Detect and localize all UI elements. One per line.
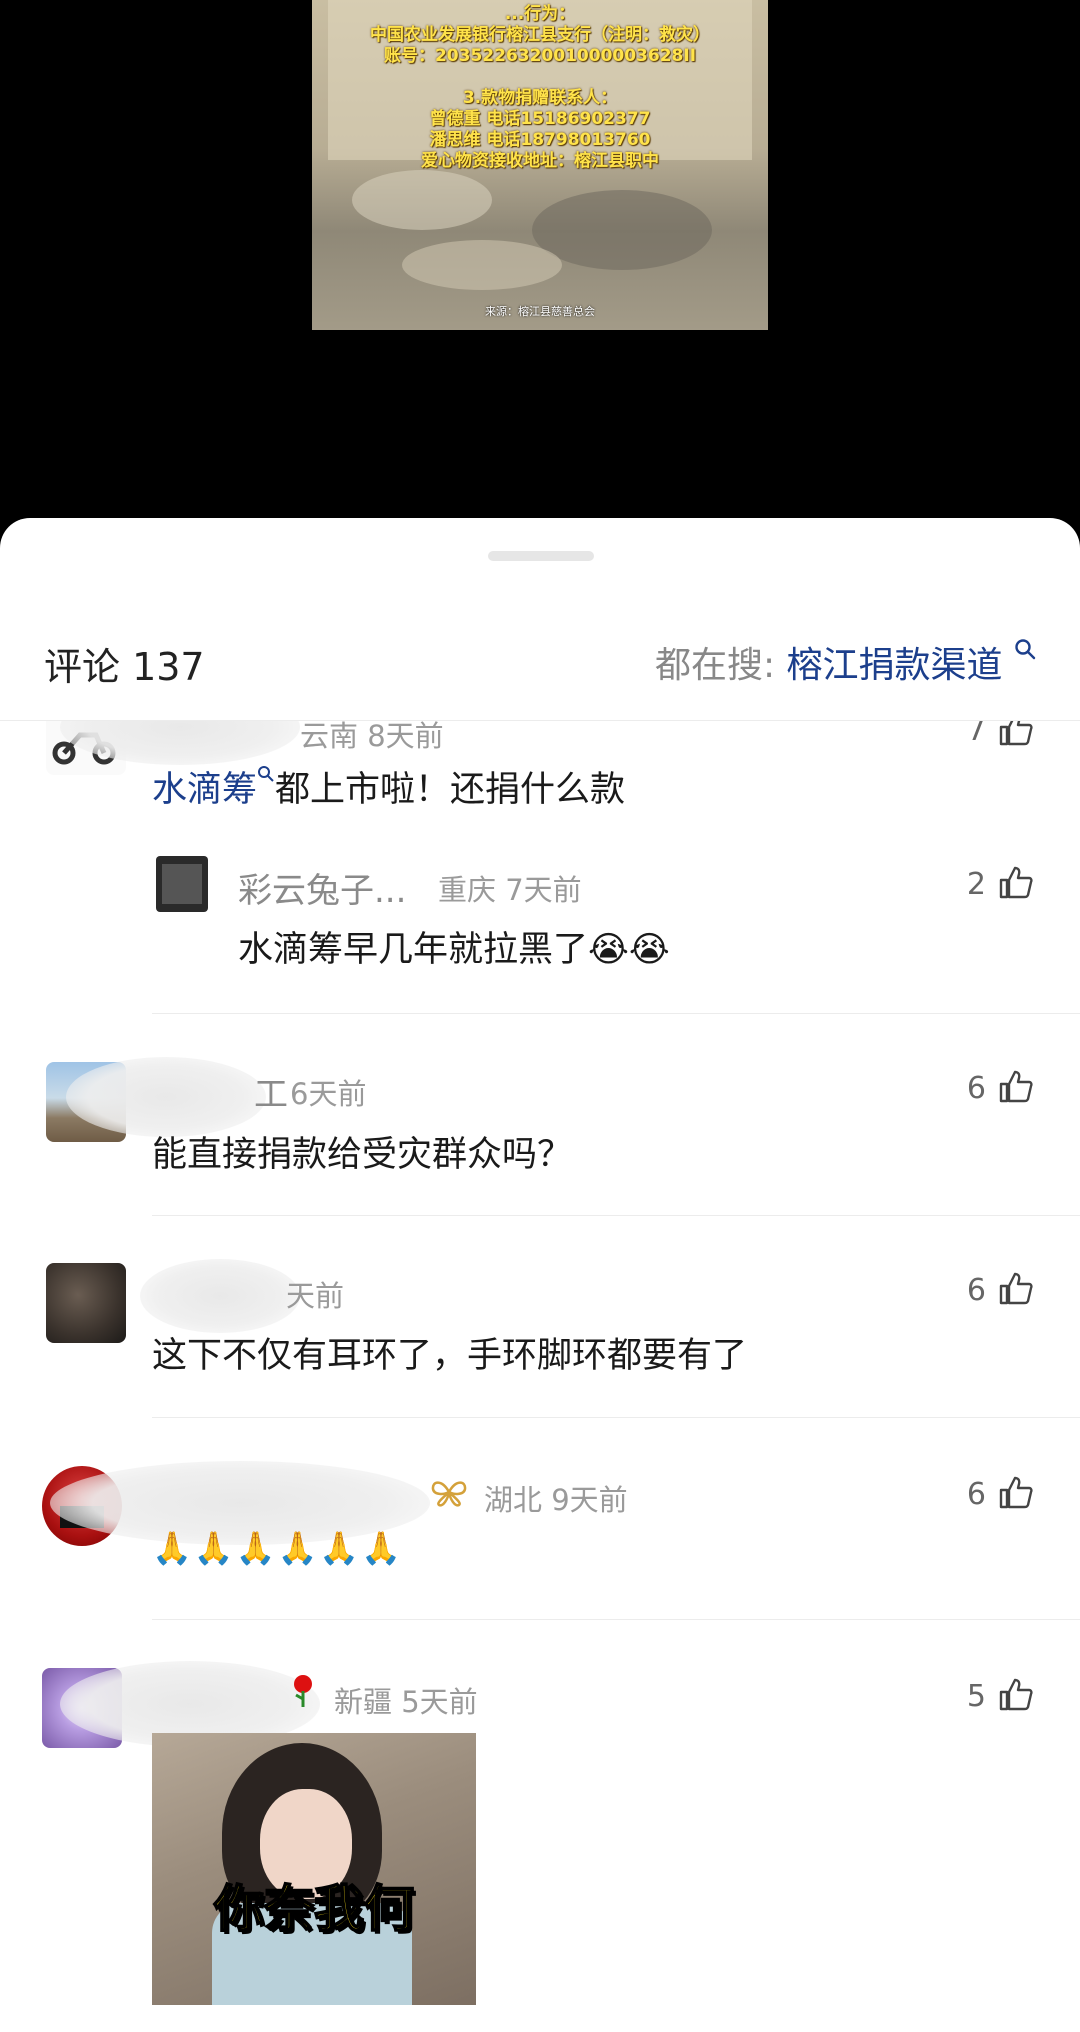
like-count: 6 [966,1477,986,1512]
comment-meta: 湖北 9天前 [484,1483,628,1517]
comment-meta: 新疆 5天前 [334,1685,478,1719]
comment-divider [152,1417,1080,1418]
comments-sheet: 评论 137 都在搜: 榕江捐款渠道 云南 8天前 7 水滴筹 都上市啦！还捐什么… [0,518,1080,2032]
poster-source: 来源：榕江县慈善总会 [485,305,595,318]
comment-meta: 6天前 [290,1077,367,1111]
video-area[interactable]: ...行为： 中国农业发展银行榕江县支行（注明：救灾） 账号：203522632… [0,0,1080,520]
comment-divider [152,1619,1080,1620]
poster-line: 爱心物资接收地址：榕江县职中 [421,151,659,171]
like-count: 5 [966,1679,986,1714]
poster-line: 3.款物捐赠联系人： [462,88,618,108]
poster-line: 潘思维 电话18798013760 [429,130,651,150]
video-poster[interactable]: ...行为： 中国农业发展银行榕江县支行（注明：救灾） 账号：203522632… [312,0,768,330]
thumb-up-icon[interactable] [998,1068,1034,1104]
poster-line: 曾德重 电话15186902377 [429,109,651,129]
rose-icon [294,1675,312,1707]
prayer-emoji-row: 🙏🙏🙏🙏🙏🙏 [152,1529,404,1567]
poster-spacer [312,67,768,88]
comment-list[interactable]: 云南 8天前 7 水滴筹 都上市啦！还捐什么款 彩云兔子... 重庆 7天前 2 … [0,721,1080,2032]
poster-text: ...行为： 中国农业发展银行榕江县支行（注明：救灾） 账号：203522632… [312,4,768,172]
trending-search-keyword[interactable]: 榕江捐款渠道 [787,645,1003,686]
like-count: 2 [966,867,986,902]
poster-line: 中国农业发展银行榕江县支行（注明：救灾） [370,25,710,45]
trending-search-prefix: 都在搜: [654,645,787,686]
comment-text: 水滴筹 都上市啦！还捐什么款 [152,761,625,812]
butterfly-icon [431,1481,467,1507]
reply-text: 水滴筹早几年就拉黑了😭😭 [238,930,670,970]
comment-text: 这下不仅有耳环了，手环脚环都要有了 [152,1336,748,1376]
comment-divider [152,1215,1080,1216]
sticker-image[interactable]: 你奈我何 [152,1733,476,2005]
comment-divider [152,1013,1080,1014]
thumb-up-icon[interactable] [998,1474,1034,1510]
thumb-up-icon[interactable] [998,1676,1034,1712]
like-count: 7 [966,721,986,748]
keyword-link[interactable]: 水滴筹 [152,770,257,810]
comment-meta: 天前 [286,1279,345,1313]
thumb-up-icon[interactable] [998,1270,1034,1306]
poster-line: 账号：203522632001000003628II [383,46,697,66]
sticker-caption: 你奈我何 [213,1879,415,1939]
username[interactable]: 工 [254,1067,288,1116]
username[interactable]: 彩云兔子... [238,863,406,912]
blurred-username [66,1057,266,1137]
avatar[interactable] [156,856,208,912]
drag-handle[interactable] [488,551,594,561]
blurred-username [140,1259,300,1333]
thumb-up-icon[interactable] [998,864,1034,900]
comment-meta: 云南 8天前 [300,721,444,753]
search-icon [258,766,274,782]
poster-line: ...行为： [504,4,576,24]
like-count: 6 [966,1071,986,1106]
comments-title: 评论 137 [44,645,205,689]
like-count: 6 [966,1273,986,1308]
comment-meta: 重庆 7天前 [438,873,582,907]
thumb-up-icon[interactable] [998,721,1034,747]
trending-search[interactable]: 都在搜: 榕江捐款渠道 [655,636,1036,688]
comment-text: 能直接捐款给受灾群众吗？ [152,1135,573,1175]
crying-emoji: 😭😭 [588,930,670,970]
avatar[interactable] [46,1263,126,1343]
search-icon [1015,639,1036,660]
